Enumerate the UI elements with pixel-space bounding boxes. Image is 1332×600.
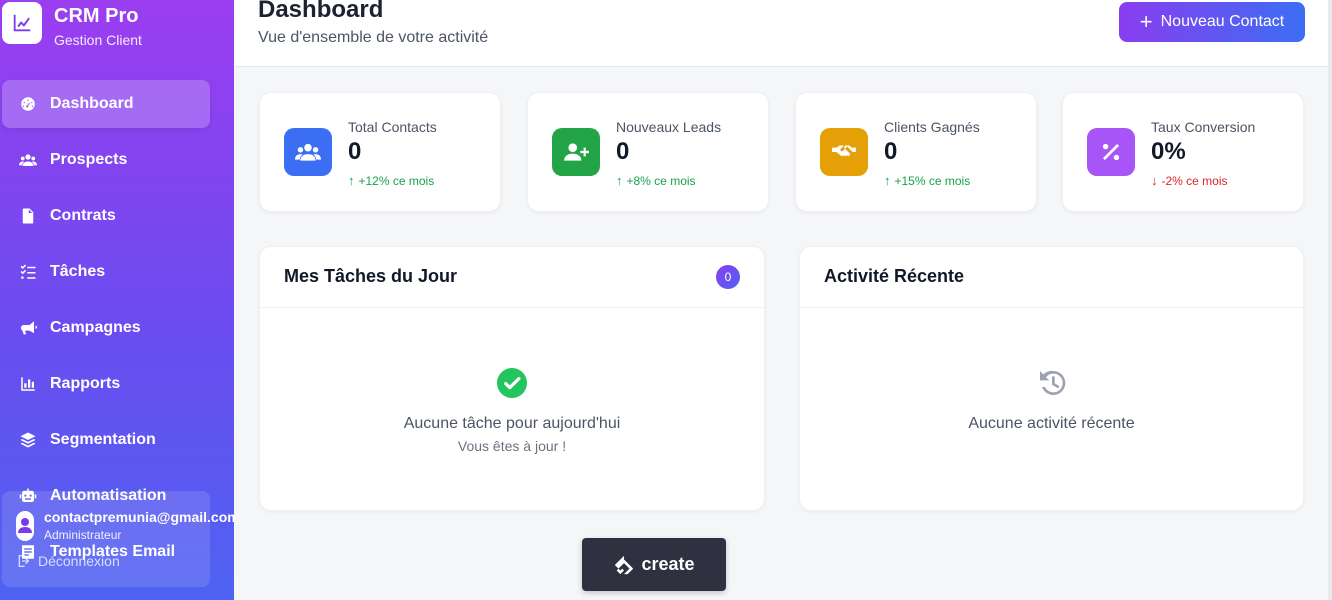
page-subtitle: Vue d'ensemble de votre activité [258, 29, 489, 46]
panel-title: Activité Récente [824, 266, 965, 286]
arrow-up-icon: ↑ [348, 173, 355, 188]
sidebar-item-label: Segmentation [50, 431, 156, 448]
brand-title: CRM Pro [54, 5, 139, 27]
sidebar-item-label: Dashboard [50, 95, 134, 112]
brand[interactable]: CRM Pro Gestion Client [2, 2, 142, 48]
chart-line-icon [2, 2, 42, 44]
sidebar-item-label: Contrats [50, 207, 116, 224]
scrollbar[interactable] [1328, 0, 1332, 600]
users-icon [18, 150, 38, 170]
layers-icon [18, 430, 38, 450]
logout-label: Déconnexion [38, 553, 120, 569]
stat-value: 0 [884, 138, 898, 165]
stat-card-total-contacts: Total Contacts 0 ↑ +12% ce mois [259, 92, 501, 212]
stat-value: 0% [1151, 138, 1186, 165]
empty-state-text: Aucune activité récente [968, 415, 1135, 432]
page-header: Dashboard Vue d'ensemble de votre activi… [234, 0, 1328, 67]
percent-icon [1087, 128, 1135, 176]
sidebar-item-label: Rapports [50, 375, 121, 392]
stat-card-taux-conversion: Taux Conversion 0% ↓ -2% ce mois [1062, 92, 1304, 212]
sidebar-item-label: Tâches [50, 263, 106, 280]
stat-value: 0 [616, 138, 630, 165]
sidebar-item-taches[interactable]: Tâches [0, 248, 234, 296]
user-plus-icon [552, 128, 600, 176]
handshake-icon [820, 128, 868, 176]
page-title: Dashboard [258, 0, 384, 23]
logout-link[interactable]: Déconnexion [16, 553, 120, 569]
sidebar-item-rapports[interactable]: Rapports [0, 360, 234, 408]
empty-state-subtext: Vous êtes à jour ! [457, 438, 567, 454]
panel-header: Activité Récente [800, 247, 1303, 308]
logout-icon [18, 555, 30, 567]
tasks-icon [18, 262, 38, 282]
create-label: create [641, 554, 695, 574]
user-email: contactpremunia@gmail.com [44, 509, 234, 525]
create-logo-icon [615, 555, 634, 574]
sidebar-item-segmentation[interactable]: Segmentation [0, 416, 234, 464]
stat-trend: ↑ +12% ce mois [348, 173, 435, 188]
chart-bar-icon [18, 374, 38, 394]
empty-state-text: Aucune tâche pour aujourd'hui [403, 415, 621, 432]
user-role: Administrateur [44, 528, 122, 542]
check-circle-icon [496, 367, 528, 399]
stat-card-clients-gagnes: Clients Gagnés 0 ↑ +15% ce mois [795, 92, 1037, 212]
history-icon [1036, 367, 1068, 399]
arrow-up-icon: ↑ [616, 173, 623, 188]
stat-card-nouveaux-leads: Nouveaux Leads 0 ↑ +8% ce mois [527, 92, 769, 212]
panel-title: Mes Tâches du Jour [284, 266, 458, 286]
sidebar-item-label: Prospects [50, 151, 128, 168]
user-avatar-icon [16, 511, 34, 541]
arrow-up-icon: ↑ [884, 173, 891, 188]
new-contact-button[interactable]: + Nouveau Contact [1119, 2, 1305, 42]
arrow-down-icon: ↓ [1151, 173, 1158, 188]
stat-trend: ↑ +8% ce mois [616, 173, 696, 188]
gauge-icon [18, 94, 38, 114]
stat-label: Total Contacts [348, 119, 437, 135]
brand-subtitle: Gestion Client [54, 32, 142, 48]
user-profile: contactpremunia@gmail.com Administrateur… [2, 491, 234, 587]
sidebar-item-contrats[interactable]: Contrats [0, 192, 234, 240]
stat-trend: ↓ -2% ce mois [1151, 173, 1228, 188]
create-button[interactable]: create [582, 538, 726, 591]
panel-header: Mes Tâches du Jour 0 [260, 247, 764, 308]
sidebar-item-campagnes[interactable]: Campagnes [0, 304, 234, 352]
stat-label: Taux Conversion [1151, 119, 1256, 135]
task-count-badge: 0 [716, 265, 740, 289]
stat-label: Clients Gagnés [884, 119, 980, 135]
tasks-panel: Mes Tâches du Jour 0 Aucune tâche pour a… [259, 246, 765, 511]
stat-trend: ↑ +15% ce mois [884, 173, 971, 188]
plus-icon: + [1139, 9, 1153, 34]
sidebar-item-dashboard[interactable]: Dashboard [2, 80, 210, 128]
bullhorn-icon [18, 318, 38, 338]
new-contact-label: Nouveau Contact [1160, 13, 1285, 30]
sidebar: CRM Pro Gestion Client Dashboard Prospec… [0, 0, 234, 600]
users-icon [284, 128, 332, 176]
file-contract-icon [18, 206, 38, 226]
sidebar-item-label: Campagnes [50, 319, 141, 336]
activity-panel: Activité Récente Aucune activité récente [799, 246, 1304, 511]
stat-value: 0 [348, 138, 362, 165]
stat-label: Nouveaux Leads [616, 119, 722, 135]
sidebar-item-prospects[interactable]: Prospects [0, 136, 234, 184]
